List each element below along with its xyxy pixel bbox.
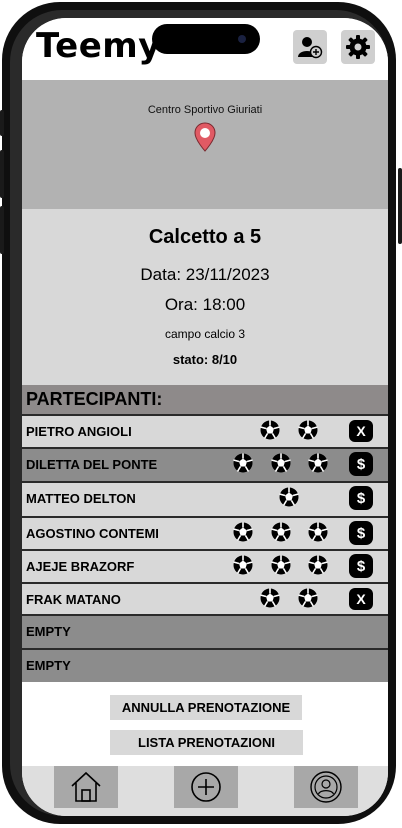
tab-home[interactable]: [54, 766, 118, 808]
participant-name: DILETTA DEL PONTE: [26, 457, 158, 472]
booking-list-button[interactable]: LISTA PRENOTAZIONI: [110, 730, 303, 755]
participant-row: PIETRO ANGIOLI X: [22, 414, 388, 447]
gear-icon: [346, 35, 370, 59]
participant-name: MATTEO DELTON: [26, 491, 136, 506]
empty-slot-row: EMPTY: [22, 614, 388, 648]
add-friend-button[interactable]: [293, 30, 327, 64]
participant-name: AJEJE BRAZORF: [26, 559, 135, 574]
soccer-ball-icon: [233, 555, 253, 575]
soccer-ball-icon: [260, 420, 280, 440]
bottom-tab-bar: [22, 766, 388, 816]
participant-name: EMPTY: [26, 624, 71, 639]
app-logo: Teemy: [36, 26, 161, 66]
soccer-ball-icon: [279, 487, 299, 507]
power-button: [398, 168, 402, 244]
soccer-ball-icon: [308, 453, 328, 473]
payment-button[interactable]: $: [349, 554, 373, 578]
match-date: Data: 23/11/2023: [140, 265, 270, 284]
settings-button[interactable]: [341, 30, 375, 64]
soccer-ball-icon: [271, 555, 291, 575]
payment-button[interactable]: $: [349, 521, 373, 545]
soccer-ball-icon: [260, 588, 280, 608]
participant-row: AGOSTINO CONTEMI $: [22, 516, 388, 549]
soccer-ball-icon: [298, 588, 318, 608]
app-screen: Teemy Centro Sportivo Giuriati Calcetto …: [22, 18, 388, 816]
payment-button[interactable]: $: [349, 452, 373, 476]
soccer-ball-icon: [233, 522, 253, 542]
home-icon: [71, 771, 101, 802]
participants-heading: PARTECIPANTI:: [22, 385, 388, 414]
remove-button[interactable]: X: [349, 420, 373, 442]
payment-button[interactable]: $: [349, 486, 373, 510]
volume-down-button: [0, 206, 4, 254]
remove-button[interactable]: X: [349, 588, 373, 610]
match-title: Calcetto a 5: [148, 226, 262, 248]
soccer-ball-icon: [271, 453, 291, 473]
participant-name: EMPTY: [26, 658, 71, 673]
soccer-ball-icon: [308, 522, 328, 542]
match-status: stato: 8/10: [172, 352, 238, 367]
phone-frame: Teemy Centro Sportivo Giuriati Calcetto …: [0, 0, 402, 828]
profile-icon: [310, 771, 342, 803]
location-map[interactable]: Centro Sportivo Giuriati: [22, 80, 388, 209]
participants-heading-label: PARTECIPANTI:: [26, 389, 163, 409]
participant-row: AJEJE BRAZORF $: [22, 549, 388, 582]
mute-switch: [0, 110, 4, 136]
cancel-booking-button[interactable]: ANNULLA PRENOTAZIONE: [110, 695, 302, 720]
participant-name: AGOSTINO CONTEMI: [26, 526, 159, 541]
match-time: Ora: 18:00: [164, 295, 246, 314]
add-user-icon: [298, 37, 323, 59]
tab-create[interactable]: [174, 766, 238, 808]
location-label: Centro Sportivo Giuriati: [147, 104, 263, 116]
soccer-ball-icon: [298, 420, 318, 440]
soccer-ball-icon: [233, 453, 253, 473]
map-pin-icon[interactable]: [194, 122, 216, 152]
match-field: campo calcio 3: [164, 327, 246, 341]
soccer-ball-icon: [308, 555, 328, 575]
participant-row: MATTEO DELTON $: [22, 481, 388, 516]
participant-row: DILETTA DEL PONTE $: [22, 447, 388, 481]
tab-profile[interactable]: [294, 766, 358, 808]
soccer-ball-icon: [271, 522, 291, 542]
participant-row: FRAK MATANO X: [22, 582, 388, 614]
participant-name: FRAK MATANO: [26, 592, 121, 607]
plus-circle-icon: [191, 772, 221, 802]
empty-slot-row: EMPTY: [22, 648, 388, 682]
volume-up-button: [0, 150, 4, 198]
match-details: Calcetto a 5 Data: 23/11/2023 Ora: 18:00…: [22, 209, 388, 385]
dynamic-island: [152, 24, 260, 54]
camera-lens: [238, 35, 246, 43]
participant-name: PIETRO ANGIOLI: [26, 424, 132, 439]
